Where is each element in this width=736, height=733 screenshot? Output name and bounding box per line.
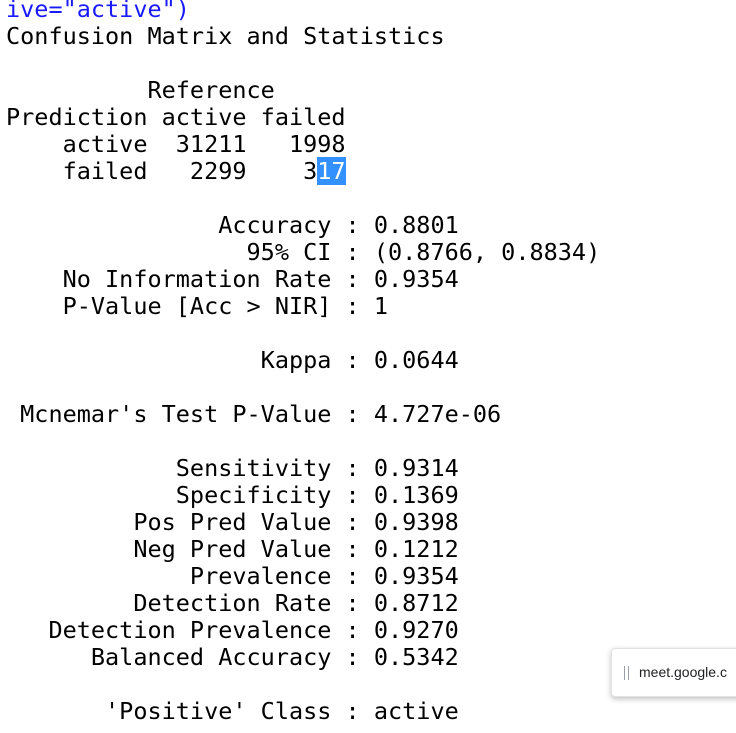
matrix-prediction-header: Prediction active failed bbox=[6, 103, 346, 131]
matrix-reference-header: Reference bbox=[6, 76, 275, 104]
selected-text[interactable]: 17 bbox=[317, 157, 346, 185]
screen-share-origin-text: meet.google.c bbox=[639, 664, 727, 680]
drag-handle-icon[interactable] bbox=[624, 665, 629, 680]
stat-mcnemar: Mcnemar's Test P-Value : 4.727e-06 bbox=[6, 400, 502, 428]
stat-neg-pred-value: Neg Pred Value : 0.1212 bbox=[6, 535, 459, 563]
stat-positive-class: 'Positive' Class : active bbox=[6, 697, 459, 725]
stat-specificity: Specificity : 0.1369 bbox=[6, 481, 459, 509]
stat-sensitivity: Sensitivity : 0.9314 bbox=[6, 454, 459, 482]
stat-pos-pred-value: Pos Pred Value : 0.9398 bbox=[6, 508, 459, 536]
matrix-row-active: active 31211 1998 bbox=[6, 130, 346, 158]
stat-kappa: Kappa : 0.0644 bbox=[6, 346, 459, 374]
command-line: ive="active") bbox=[6, 0, 190, 23]
stat-p-value: P-Value [Acc > NIR] : 1 bbox=[6, 292, 389, 320]
screen-share-notification[interactable]: meet.google.c bbox=[611, 648, 736, 697]
stat-detection-rate: Detection Rate : 0.8712 bbox=[6, 589, 459, 617]
stat-detection-prevalence: Detection Prevalence : 0.9270 bbox=[6, 616, 459, 644]
r-console-output[interactable]: ive="active") Confusion Matrix and Stati… bbox=[0, 0, 736, 733]
matrix-row-failed-text: failed 2299 3 bbox=[6, 157, 318, 185]
output-title: Confusion Matrix and Statistics bbox=[6, 22, 445, 50]
stat-accuracy: Accuracy : 0.8801 bbox=[6, 211, 459, 239]
stat-no-information-rate: No Information Rate : 0.9354 bbox=[6, 265, 459, 293]
stat-prevalence: Prevalence : 0.9354 bbox=[6, 562, 459, 590]
stat-confidence-interval: 95% CI : (0.8766, 0.8834) bbox=[6, 238, 601, 266]
matrix-row-failed: failed 2299 317 bbox=[6, 157, 346, 185]
stat-balanced-accuracy: Balanced Accuracy : 0.5342 bbox=[6, 643, 459, 671]
